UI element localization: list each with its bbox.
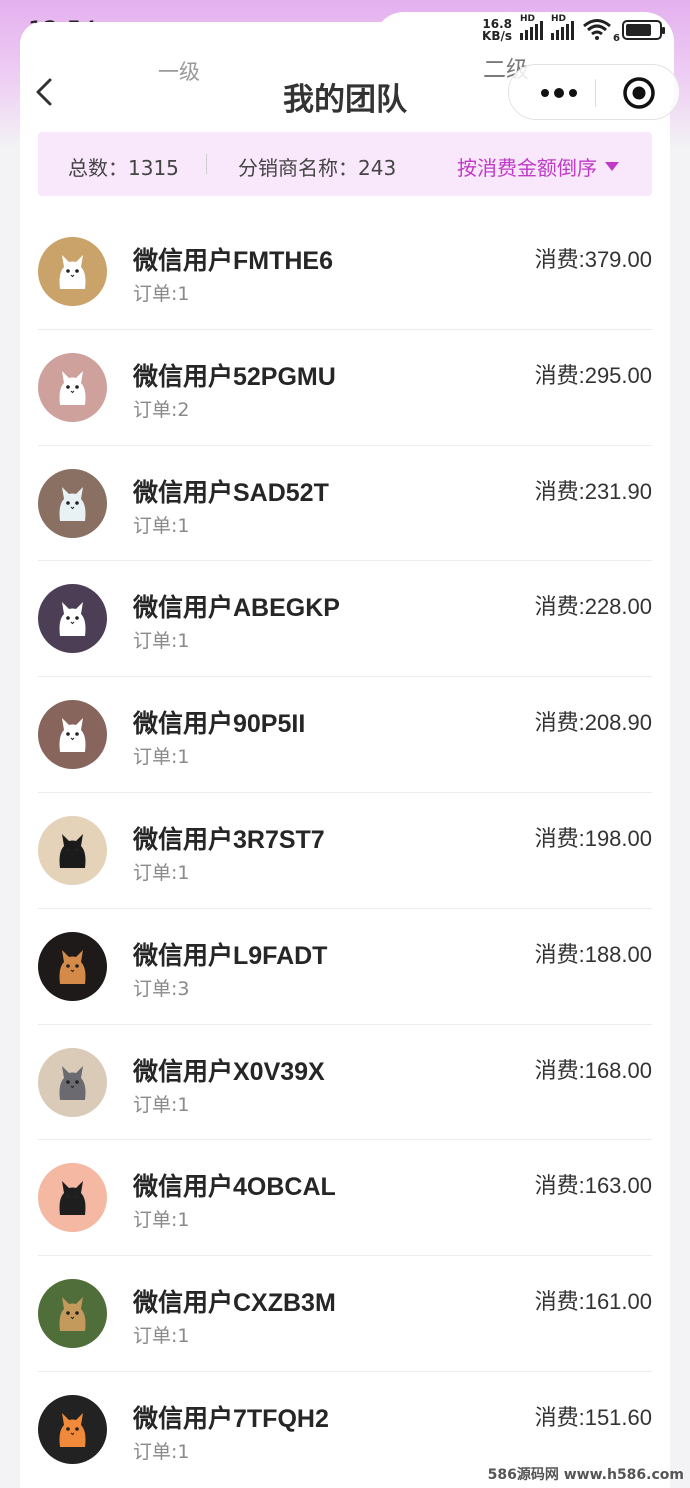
close-mini-program-button[interactable] [607, 73, 671, 113]
member-name: 微信用户FMTHE6 [133, 247, 334, 275]
member-orders: 订单:1 [133, 746, 190, 769]
member-name: 微信用户L9FADT [133, 941, 328, 970]
avatar [38, 584, 107, 654]
caret-down-icon [605, 162, 619, 171]
member-name: 微信用户52PGMU [133, 362, 336, 391]
cat-avatar-icon [38, 584, 107, 654]
avatar [38, 1163, 107, 1233]
cat-avatar-icon [38, 1163, 107, 1233]
cat-avatar-icon [38, 815, 107, 885]
member-spend: 消费:208.90 [534, 710, 652, 736]
cat-avatar-icon [38, 931, 107, 1001]
hd-badge: HD [551, 14, 567, 24]
more-dots-icon [541, 88, 577, 98]
summary-divider [206, 154, 207, 174]
avatar [38, 468, 107, 538]
summary-bar: 总数：1315 分销商名称：243 按消费金额倒序 [38, 132, 652, 196]
status-indicators: 16.8 KB/s HD HD 6 [482, 14, 665, 46]
avatar [38, 1047, 107, 1117]
member-name: 微信用户ABEGKP [133, 594, 340, 623]
avatar [38, 815, 107, 885]
distributor-count: 分销商名称：243 [238, 156, 397, 180]
network-speed: 16.8 KB/s [482, 17, 512, 43]
total-count: 总数：1315 [68, 156, 179, 180]
member-orders: 订单:1 [133, 1209, 190, 1232]
cat-avatar-icon [38, 700, 107, 770]
member-orders: 订单:1 [133, 1325, 190, 1348]
member-orders: 订单:2 [133, 398, 190, 421]
navigation-bar: 我的团队 [0, 60, 690, 124]
member-orders: 订单:3 [133, 977, 190, 1000]
watermark: 586源码网 www.h586.com [487, 1467, 684, 1483]
member-spend: 消费:188.00 [534, 941, 652, 967]
signal-2-icon: HD [551, 14, 574, 40]
member-name: 微信用户4OBCAL [133, 1173, 336, 1202]
avatar [38, 931, 107, 1001]
member-list: 微信用户FMTHE6 订单:1 消费:379.00 微信用户52PGMU 订单:… [38, 214, 652, 1488]
member-name: 微信用户CXZB3M [133, 1289, 336, 1318]
cat-avatar-icon [38, 468, 107, 538]
cat-avatar-icon [38, 352, 107, 422]
member-row[interactable]: 微信用户L9FADT 订单:3 消费:188.00 [38, 909, 652, 1025]
member-orders: 订单:1 [133, 861, 190, 884]
member-spend: 消费:379.00 [534, 247, 652, 272]
member-row[interactable]: 微信用户CXZB3M 订单:1 消费:161.00 [38, 1256, 652, 1372]
capsule-divider [595, 79, 596, 107]
mini-program-capsule [508, 64, 680, 120]
member-orders: 订单:1 [133, 630, 190, 653]
member-row[interactable]: 微信用户FMTHE6 订单:1 消费:379.00 [38, 214, 652, 330]
member-orders: 订单:1 [133, 514, 190, 537]
cat-avatar-icon [38, 1047, 107, 1117]
cat-avatar-icon [38, 1279, 107, 1349]
member-row[interactable]: 微信用户3R7ST7 订单:1 消费:198.00 [38, 793, 652, 909]
member-orders: 订单:1 [133, 1093, 190, 1116]
cat-avatar-icon [38, 237, 107, 306]
member-spend: 消费:228.00 [534, 594, 652, 620]
cat-avatar-icon [38, 1394, 107, 1464]
avatar [38, 1394, 107, 1464]
member-row[interactable]: 微信用户90P5II 订单:1 消费:208.90 [38, 677, 652, 793]
more-button[interactable] [527, 73, 591, 113]
member-spend: 消费:198.00 [534, 825, 652, 851]
member-name: 微信用户7TFQH2 [133, 1404, 329, 1433]
target-close-icon [623, 77, 655, 109]
member-spend: 消费:295.00 [534, 362, 652, 388]
avatar [38, 237, 107, 306]
member-orders: 订单:1 [133, 1440, 190, 1463]
wifi-icon: 6 [582, 18, 620, 44]
member-spend: 消费:168.00 [534, 1057, 652, 1083]
member-name: 微信用户3R7ST7 [133, 825, 325, 854]
member-name: 微信用户SAD52T [133, 478, 329, 507]
member-row[interactable]: 微信用户52PGMU 订单:2 消费:295.00 [38, 330, 652, 446]
avatar [38, 700, 107, 770]
member-spend: 消费:231.90 [534, 478, 652, 504]
avatar [38, 352, 107, 422]
signal-1-icon: HD [520, 14, 543, 40]
member-spend: 消费:163.00 [534, 1173, 652, 1199]
member-name: 微信用户90P5II [133, 710, 306, 739]
member-name: 微信用户X0V39X [133, 1057, 325, 1086]
member-row[interactable]: 微信用户X0V39X 订单:1 消费:168.00 [38, 1025, 652, 1141]
sort-by-spend-button[interactable]: 按消费金额倒序 [457, 152, 619, 181]
member-row[interactable]: 微信用户4OBCAL 订单:1 消费:163.00 [38, 1140, 652, 1257]
avatar [38, 1279, 107, 1349]
member-row[interactable]: 微信用户ABEGKP 订单:1 消费:228.00 [38, 561, 652, 678]
member-spend: 消费:161.00 [534, 1289, 652, 1315]
hd-badge: HD [520, 14, 536, 24]
member-orders: 订单:1 [133, 283, 190, 305]
member-row[interactable]: 微信用户SAD52T 订单:1 消费:231.90 [38, 446, 652, 562]
battery-icon [622, 20, 665, 40]
member-spend: 消费:151.60 [534, 1404, 652, 1430]
